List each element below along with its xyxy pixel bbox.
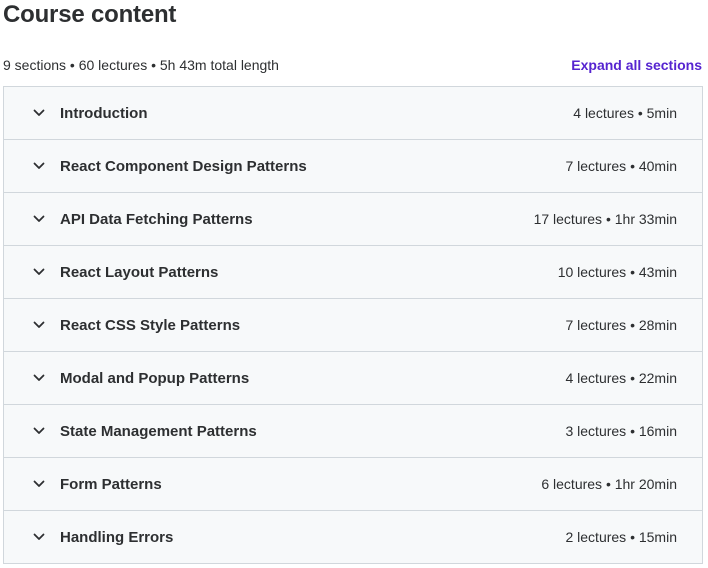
chevron-down-icon bbox=[32, 530, 46, 544]
section-meta: 17 lectures • 1hr 33min bbox=[533, 211, 677, 227]
section-react-css-style-patterns[interactable]: React CSS Style Patterns 7 lectures • 28… bbox=[4, 299, 702, 352]
section-title: React Layout Patterns bbox=[60, 263, 219, 281]
section-meta: 6 lectures • 1hr 20min bbox=[541, 476, 677, 492]
section-title: Introduction bbox=[60, 104, 148, 122]
section-title: Modal and Popup Patterns bbox=[60, 369, 250, 387]
section-meta: 4 lectures • 22min bbox=[565, 370, 677, 386]
chevron-down-icon bbox=[32, 424, 46, 438]
section-meta: 7 lectures • 28min bbox=[565, 317, 677, 333]
section-api-data-fetching-patterns[interactable]: API Data Fetching Patterns 17 lectures •… bbox=[4, 193, 702, 246]
section-react-layout-patterns[interactable]: React Layout Patterns 10 lectures • 43mi… bbox=[4, 246, 702, 299]
chevron-down-icon bbox=[32, 477, 46, 491]
section-meta: 3 lectures • 16min bbox=[565, 423, 677, 439]
section-meta: 2 lectures • 15min bbox=[565, 529, 677, 545]
section-meta: 4 lectures • 5min bbox=[573, 105, 677, 121]
section-state-management-patterns[interactable]: State Management Patterns 3 lectures • 1… bbox=[4, 405, 702, 458]
chevron-down-icon bbox=[32, 318, 46, 332]
page-title: Course content bbox=[3, 1, 177, 28]
section-meta: 7 lectures • 40min bbox=[565, 158, 677, 174]
expand-all-sections-button[interactable]: Expand all sections bbox=[571, 56, 702, 74]
section-title: React CSS Style Patterns bbox=[60, 316, 241, 334]
chevron-down-icon bbox=[32, 265, 46, 279]
section-introduction[interactable]: Introduction 4 lectures • 5min bbox=[4, 87, 702, 140]
section-modal-and-popup-patterns[interactable]: Modal and Popup Patterns 4 lectures • 22… bbox=[4, 352, 702, 405]
section-handling-errors[interactable]: Handling Errors 2 lectures • 15min bbox=[4, 511, 702, 564]
section-meta: 10 lectures • 43min bbox=[557, 264, 677, 280]
chevron-down-icon bbox=[32, 212, 46, 226]
course-summary: 9 sections • 60 lectures • 5h 43m total … bbox=[3, 57, 279, 73]
chevron-down-icon bbox=[32, 371, 46, 385]
section-title: State Management Patterns bbox=[60, 422, 257, 440]
chevron-down-icon bbox=[32, 159, 46, 173]
section-react-component-design-patterns[interactable]: React Component Design Patterns 7 lectur… bbox=[4, 140, 702, 193]
section-list: Introduction 4 lectures • 5min React Com… bbox=[3, 86, 703, 564]
chevron-down-icon bbox=[32, 106, 46, 120]
section-form-patterns[interactable]: Form Patterns 6 lectures • 1hr 20min bbox=[4, 458, 702, 511]
section-title: React Component Design Patterns bbox=[60, 157, 307, 175]
section-title: Handling Errors bbox=[60, 528, 174, 546]
section-title: API Data Fetching Patterns bbox=[60, 210, 253, 228]
section-title: Form Patterns bbox=[60, 475, 162, 493]
